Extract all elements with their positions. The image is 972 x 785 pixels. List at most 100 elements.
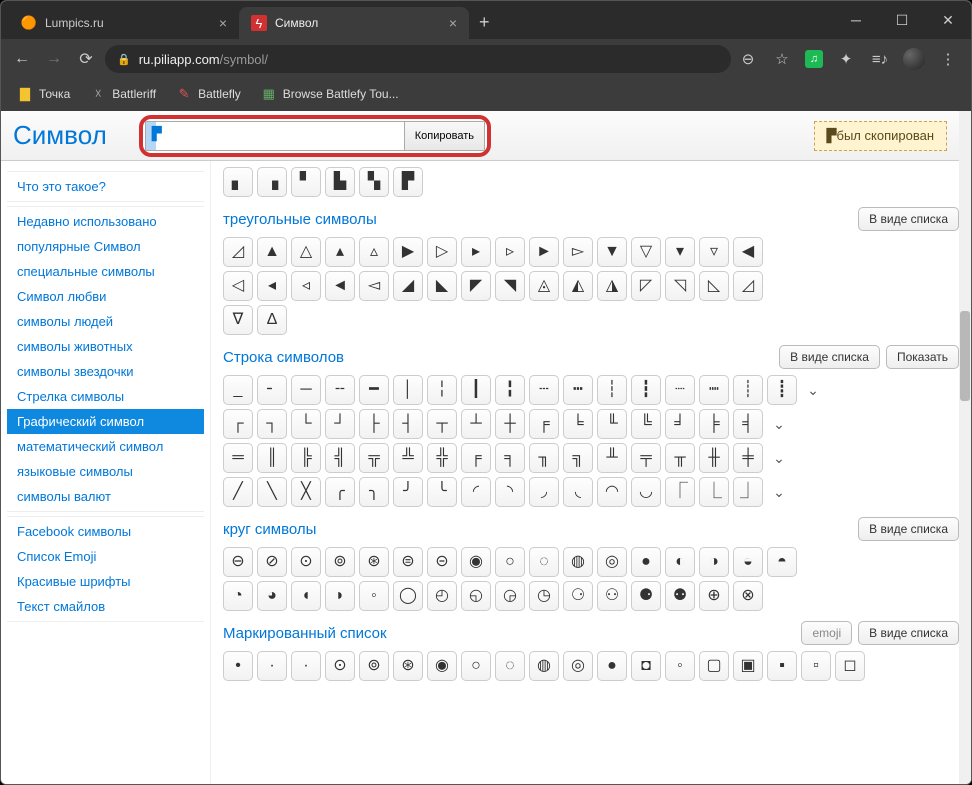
symbol-cell[interactable]: ┈ <box>665 375 695 405</box>
symbol-cell[interactable]: ╎ <box>427 375 457 405</box>
back-button[interactable]: ← <box>9 46 35 72</box>
symbol-cell[interactable]: ╕ <box>495 443 525 473</box>
section-button[interactable]: В виде списка <box>858 517 959 541</box>
symbol-cell[interactable]: ⊘ <box>257 547 287 577</box>
symbol-cell[interactable]: ◀ <box>733 237 763 267</box>
symbol-cell[interactable]: ╨ <box>597 443 627 473</box>
symbol-cell[interactable]: ╭ <box>325 477 355 507</box>
symbol-cell[interactable]: ◌ <box>495 651 525 681</box>
symbol-cell[interactable]: ◷ <box>529 581 559 611</box>
symbol-cell[interactable]: ╳ <box>291 477 321 507</box>
symbol-cell[interactable]: ╯ <box>393 477 423 507</box>
symbol-cell[interactable]: ╏ <box>495 375 525 405</box>
symbol-cell[interactable]: ◂ <box>257 271 287 301</box>
chevron-down-icon[interactable]: ⌄ <box>767 450 791 467</box>
symbol-cell[interactable]: ▗ <box>257 167 287 197</box>
extensions-icon[interactable]: ✦ <box>835 48 857 70</box>
symbol-cell[interactable]: ┅ <box>563 375 593 405</box>
symbol-cell[interactable]: ╰ <box>427 477 457 507</box>
symbol-cell[interactable]: ◣ <box>427 271 457 301</box>
sidebar-item[interactable]: математический символ <box>7 434 204 459</box>
sidebar-item[interactable]: Недавно использовано <box>7 209 204 234</box>
symbol-cell[interactable]: ◴ <box>427 581 457 611</box>
sidebar-item[interactable]: специальные символы <box>7 259 204 284</box>
symbol-cell[interactable]: ◻ <box>835 651 865 681</box>
symbol-cell[interactable]: ▪ <box>767 651 797 681</box>
section-button[interactable]: Показать <box>886 345 959 369</box>
symbol-cell[interactable]: ┴ <box>461 409 491 439</box>
symbol-cell[interactable]: ◕ <box>257 581 287 611</box>
symbol-cell[interactable]: ◥ <box>495 271 525 301</box>
address-bar[interactable]: 🔒 ru.piliapp.com/symbol/ <box>105 45 731 73</box>
symbol-cell[interactable]: · <box>257 651 287 681</box>
scrollbar[interactable] <box>959 111 971 784</box>
symbol-cell[interactable]: ╛ <box>665 409 695 439</box>
symbol-cell[interactable]: ● <box>631 547 661 577</box>
symbol-cell[interactable]: ◖ <box>291 581 321 611</box>
symbol-cell[interactable]: △ <box>291 237 321 267</box>
symbol-cell[interactable]: ◉ <box>461 547 491 577</box>
symbol-cell[interactable]: ◬ <box>529 271 559 301</box>
sidebar-item[interactable]: Список Emoji <box>7 544 204 569</box>
sidebar-item[interactable]: Графический символ <box>7 409 204 434</box>
symbol-cell[interactable]: ○ <box>495 547 525 577</box>
symbol-cell[interactable]: ⚆ <box>563 581 593 611</box>
symbol-cell[interactable]: • <box>223 651 253 681</box>
symbol-cell[interactable]: ╙ <box>597 409 627 439</box>
symbol-cell[interactable]: ┼ <box>495 409 525 439</box>
zoom-icon[interactable]: ⊖ <box>737 48 759 70</box>
symbol-cell[interactable]: ⚈ <box>631 581 661 611</box>
section-button[interactable]: В виде списка <box>858 621 959 645</box>
symbol-cell[interactable]: ▫ <box>801 651 831 681</box>
symbol-cell[interactable]: ◮ <box>597 271 627 301</box>
symbol-cell[interactable]: ► <box>529 237 559 267</box>
chevron-down-icon[interactable]: ⌄ <box>767 416 791 433</box>
symbol-cell[interactable]: │ <box>393 375 423 405</box>
symbol-cell[interactable]: ◃ <box>291 271 321 301</box>
symbol-cell[interactable]: ▻ <box>563 237 593 267</box>
symbol-cell[interactable]: ▷ <box>427 237 457 267</box>
symbol-cell[interactable]: ▚ <box>359 167 389 197</box>
symbol-cell[interactable]: ╒ <box>529 409 559 439</box>
symbol-cell[interactable]: ╗ <box>563 443 593 473</box>
symbol-cell[interactable]: ◄ <box>325 271 355 301</box>
symbol-cell[interactable]: ◶ <box>495 581 525 611</box>
symbol-cell[interactable]: ─ <box>291 375 321 405</box>
symbol-cell[interactable]: ⊛ <box>393 651 423 681</box>
profile-avatar[interactable] <box>903 48 925 70</box>
symbol-cell[interactable]: ⚉ <box>665 581 695 611</box>
star-icon[interactable]: ☆ <box>771 48 793 70</box>
symbol-cell[interactable]: ⊖ <box>223 547 253 577</box>
symbol-cell[interactable]: ◍ <box>529 651 559 681</box>
section-button[interactable]: В виде списка <box>858 207 959 231</box>
symbol-cell[interactable]: ╤ <box>631 443 661 473</box>
maximize-button[interactable]: ☐ <box>879 1 925 39</box>
symbol-cell[interactable]: ∙ <box>291 651 321 681</box>
symbol-cell[interactable]: ┋ <box>767 375 797 405</box>
symbol-cell[interactable]: ◗ <box>325 581 355 611</box>
symbol-cell[interactable]: ⎾ <box>665 477 695 507</box>
symbol-cell[interactable]: ◯ <box>393 581 423 611</box>
symbol-cell[interactable]: ┆ <box>597 375 627 405</box>
sidebar-item[interactable]: символы валют <box>7 484 204 509</box>
symbol-cell[interactable]: ◘ <box>631 651 661 681</box>
symbol-cell[interactable]: ┇ <box>631 375 661 405</box>
symbol-cell[interactable]: ▢ <box>699 651 729 681</box>
symbol-cell[interactable]: ◞ <box>529 477 559 507</box>
symbol-cell[interactable]: ◒ <box>733 547 763 577</box>
sidebar-item[interactable]: символы людей <box>7 309 204 334</box>
scrollbar-thumb[interactable] <box>960 311 970 401</box>
symbol-input[interactable]: ▛ <box>145 121 405 151</box>
symbol-cell[interactable]: ◐ <box>665 547 695 577</box>
sidebar-item[interactable]: символы звездочки <box>7 359 204 384</box>
symbol-cell[interactable]: ▘ <box>291 167 321 197</box>
reload-button[interactable]: ⟳ <box>73 46 99 72</box>
symbol-cell[interactable]: ⊜ <box>393 547 423 577</box>
symbol-cell[interactable]: ▛ <box>393 167 423 197</box>
symbol-cell[interactable]: ◵ <box>461 581 491 611</box>
tab-symbol[interactable]: ϟ Символ × <box>239 7 469 39</box>
symbol-cell[interactable]: ╪ <box>733 443 763 473</box>
symbol-cell[interactable]: ◔ <box>223 581 253 611</box>
bookmark-battleriff[interactable]: ☓ Battleriff <box>82 82 164 106</box>
symbol-cell[interactable]: ┉ <box>699 375 729 405</box>
